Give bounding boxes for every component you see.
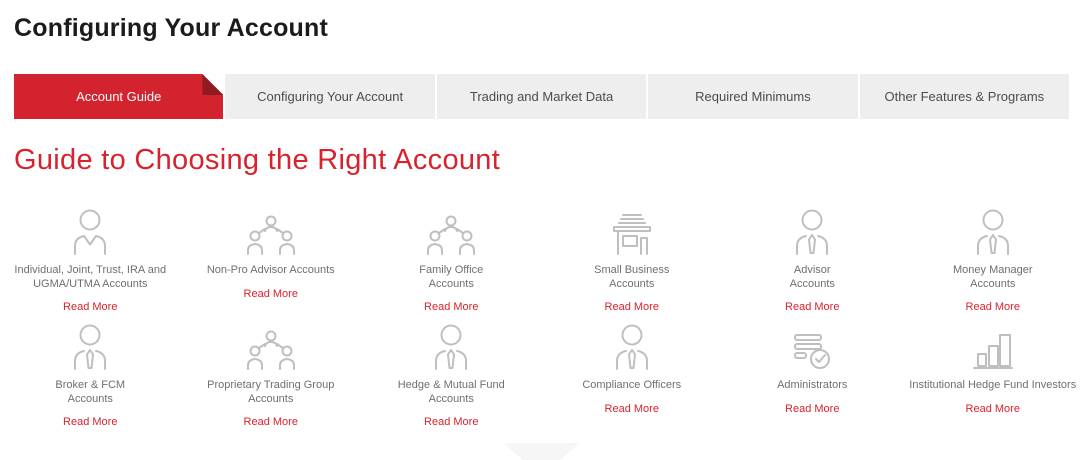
card-label-line: Proprietary Trading Group — [207, 379, 334, 393]
card-institutional-hedge-fund-investors: Institutional Hedge Fund Investors Read … — [903, 320, 1083, 435]
card-family-office-accounts: Family Office Accounts Read More — [361, 205, 542, 320]
read-more-link[interactable]: Read More — [966, 301, 1020, 313]
card-label-line: Accounts — [398, 393, 505, 407]
read-more-link[interactable]: Read More — [63, 416, 117, 428]
person-tie-icon — [66, 320, 114, 370]
tab-account-guide[interactable]: Account Guide — [14, 74, 223, 119]
card-label-line: Non-Pro Advisor Accounts — [207, 264, 335, 278]
card-label-line: Institutional Hedge Fund Investors — [909, 379, 1076, 393]
card-label-line: Administrators — [777, 379, 847, 393]
card-compliance-officers: Compliance Officers Read More — [542, 320, 723, 435]
person-tie-icon — [427, 320, 475, 370]
card-label-line: Accounts — [594, 278, 669, 292]
card-broker-fcm-accounts: Broker & FCM Accounts Read More — [0, 320, 181, 435]
person-tie-icon — [969, 205, 1017, 255]
person-tie-icon — [608, 320, 656, 370]
card-label-line: Small Business — [594, 264, 669, 278]
read-more-link[interactable]: Read More — [244, 288, 298, 300]
card-label: Institutional Hedge Fund Investors — [909, 379, 1076, 393]
card-label-line: Accounts — [207, 393, 334, 407]
card-individual-accounts: Individual, Joint, Trust, IRA and UGMA/U… — [0, 205, 181, 320]
card-label: Small Business Accounts — [594, 264, 669, 291]
scroll-down-indicator[interactable] — [504, 443, 580, 460]
card-label: Compliance Officers — [582, 379, 681, 393]
card-label: Family Office Accounts — [419, 264, 483, 291]
card-label-line: UGMA/UTMA Accounts — [14, 278, 166, 292]
read-more-link[interactable]: Read More — [605, 301, 659, 313]
card-label-line: Individual, Joint, Trust, IRA and — [14, 264, 166, 278]
card-label-line: Accounts — [790, 278, 835, 292]
card-label-line: Accounts — [55, 393, 125, 407]
card-label-line: Broker & FCM — [55, 379, 125, 393]
read-more-link[interactable]: Read More — [605, 403, 659, 415]
section-heading: Guide to Choosing the Right Account — [14, 143, 1069, 177]
card-label-line: Family Office — [419, 264, 483, 278]
read-more-link[interactable]: Read More — [244, 416, 298, 428]
read-more-link[interactable]: Read More — [63, 301, 117, 313]
tab-required-minimums[interactable]: Required Minimums — [648, 74, 857, 119]
tab-label: Trading and Market Data — [470, 89, 613, 104]
read-more-link[interactable]: Read More — [966, 403, 1020, 415]
card-proprietary-trading-group-accounts: Proprietary Trading Group Accounts Read … — [181, 320, 362, 435]
card-small-business-accounts: Small Business Accounts Read More — [542, 205, 723, 320]
tab-bar: Account Guide Configuring Your Account T… — [14, 74, 1069, 119]
tab-label: Other Features & Programs — [884, 89, 1044, 104]
people-group-icon — [245, 320, 297, 370]
card-label-line: Money Manager — [953, 264, 1033, 278]
tab-configuring-your-account[interactable]: Configuring Your Account — [225, 74, 434, 119]
card-money-manager-accounts: Money Manager Accounts Read More — [903, 205, 1083, 320]
bar-chart-icon — [970, 320, 1016, 370]
card-label: Broker & FCM Accounts — [55, 379, 125, 406]
card-label: Proprietary Trading Group Accounts — [207, 379, 334, 406]
card-label-line: Hedge & Mutual Fund — [398, 379, 505, 393]
card-label-line: Accounts — [419, 278, 483, 292]
people-group-icon — [245, 205, 297, 255]
people-group-icon — [425, 205, 477, 255]
person-tie-icon — [788, 205, 836, 255]
read-more-link[interactable]: Read More — [785, 301, 839, 313]
card-label: Hedge & Mutual Fund Accounts — [398, 379, 505, 406]
card-advisor-accounts: Advisor Accounts Read More — [722, 205, 903, 320]
card-non-pro-advisor-accounts: Non-Pro Advisor Accounts Read More — [181, 205, 362, 320]
checklist-icon — [789, 320, 835, 370]
tab-other-features-programs[interactable]: Other Features & Programs — [860, 74, 1069, 119]
read-more-link[interactable]: Read More — [424, 301, 478, 313]
storefront-icon — [606, 205, 658, 255]
account-cards-grid: Individual, Joint, Trust, IRA and UGMA/U… — [0, 205, 1083, 435]
tab-trading-and-market-data[interactable]: Trading and Market Data — [437, 74, 646, 119]
card-label-line: Accounts — [953, 278, 1033, 292]
person-icon — [66, 205, 114, 255]
tab-label: Configuring Your Account — [257, 89, 403, 104]
card-hedge-mutual-fund-accounts: Hedge & Mutual Fund Accounts Read More — [361, 320, 542, 435]
card-label-line: Advisor — [790, 264, 835, 278]
page-title: Configuring Your Account — [14, 12, 1069, 44]
card-label: Individual, Joint, Trust, IRA and UGMA/U… — [14, 264, 166, 291]
card-label: Administrators — [777, 379, 847, 393]
card-label-line: Compliance Officers — [582, 379, 681, 393]
tab-label: Account Guide — [76, 89, 161, 104]
card-label: Non-Pro Advisor Accounts — [207, 264, 335, 278]
read-more-link[interactable]: Read More — [785, 403, 839, 415]
card-administrators: Administrators Read More — [722, 320, 903, 435]
tab-label: Required Minimums — [695, 89, 811, 104]
card-label: Advisor Accounts — [790, 264, 835, 291]
card-label: Money Manager Accounts — [953, 264, 1033, 291]
read-more-link[interactable]: Read More — [424, 416, 478, 428]
